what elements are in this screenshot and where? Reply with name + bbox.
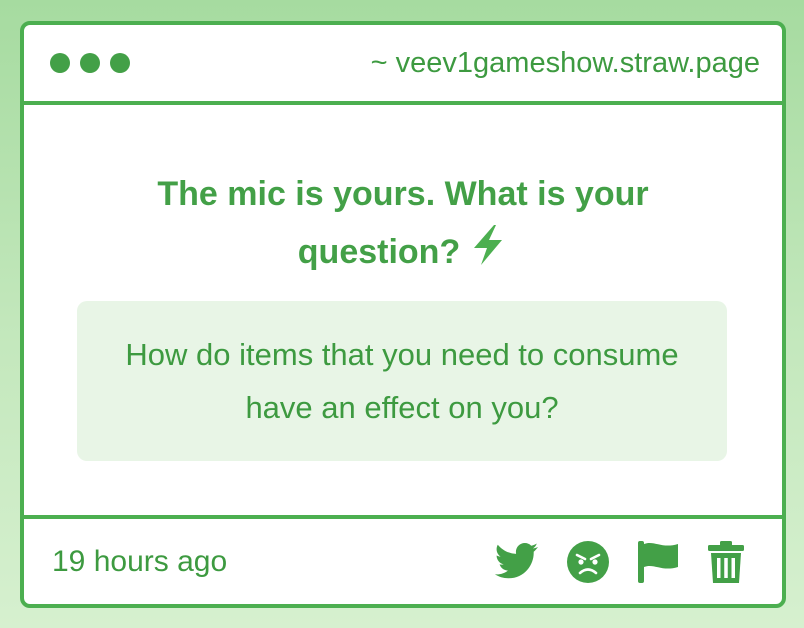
window-dot-3: [110, 53, 130, 73]
action-icons: [494, 539, 746, 585]
page-url[interactable]: ~ veev1gameshow.straw.page: [371, 47, 760, 80]
window-dots: [50, 53, 130, 73]
window-dot-2: [80, 53, 100, 73]
answer-box: How do items that you need to consume ha…: [77, 301, 727, 461]
window-titlebar: ~ veev1gameshow.straw.page: [24, 25, 782, 105]
angry-face-icon[interactable]: [566, 540, 610, 584]
twitter-icon[interactable]: [494, 542, 540, 582]
prompt-heading: The mic is yours. What is your question?: [114, 165, 692, 285]
lightning-bolt-icon: [468, 223, 508, 285]
card-footer: 19 hours ago: [24, 515, 782, 604]
card-content: The mic is yours. What is your question?…: [24, 105, 782, 515]
window-dot-1: [50, 53, 70, 73]
prompt-text: The mic is yours. What is your question?: [157, 175, 649, 271]
message-card: ~ veev1gameshow.straw.page The mic is yo…: [20, 21, 786, 608]
trash-icon[interactable]: [706, 540, 746, 584]
answer-text: How do items that you need to consume ha…: [125, 337, 679, 425]
flag-icon[interactable]: [636, 539, 680, 585]
timestamp: 19 hours ago: [52, 544, 228, 578]
